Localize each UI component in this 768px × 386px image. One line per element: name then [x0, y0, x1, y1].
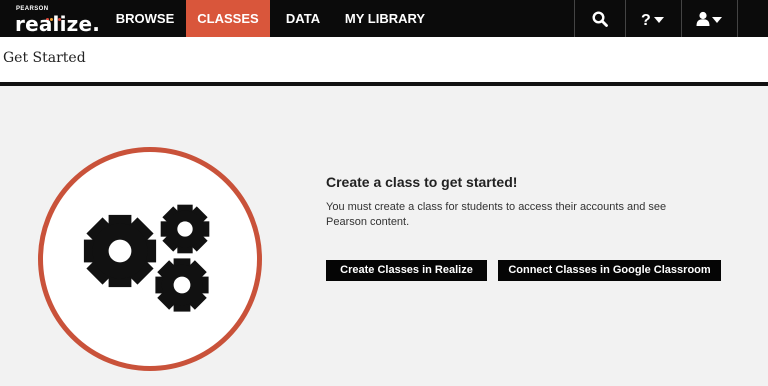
user-menu-button[interactable]: [682, 0, 737, 37]
gears-illustration: [38, 147, 262, 371]
top-nav: PEARSON realize. BROWSE CLASSES DATA MY …: [0, 0, 768, 37]
user-icon: [696, 11, 722, 26]
realize-wordmark: realize.: [15, 12, 101, 36]
svg-text:?: ?: [641, 12, 651, 27]
get-started-heading: Create a class to get started!: [326, 174, 518, 190]
connect-google-classroom-button[interactable]: Connect Classes in Google Classroom: [498, 260, 721, 281]
gears-icon: [83, 204, 210, 312]
header-divider: [0, 82, 768, 86]
nav-browse[interactable]: BROWSE: [110, 0, 180, 37]
page-header: Get Started: [0, 37, 768, 82]
help-menu-button[interactable]: ?: [626, 0, 681, 37]
search-button[interactable]: [575, 0, 625, 37]
nav-divider: [737, 0, 738, 37]
get-started-panel: Create a class to get started! You must …: [326, 174, 726, 230]
search-icon: [592, 10, 608, 27]
help-icon: ?: [641, 12, 664, 27]
realize-logo[interactable]: PEARSON realize.: [6, 3, 100, 36]
nav-my-library[interactable]: MY LIBRARY: [340, 0, 430, 37]
get-started-description: You must create a class for students to …: [326, 201, 667, 228]
page-title: Get Started: [3, 50, 86, 66]
nav-classes[interactable]: CLASSES: [186, 0, 270, 37]
nav-data[interactable]: DATA: [278, 0, 328, 37]
create-classes-button[interactable]: Create Classes in Realize: [326, 260, 487, 281]
